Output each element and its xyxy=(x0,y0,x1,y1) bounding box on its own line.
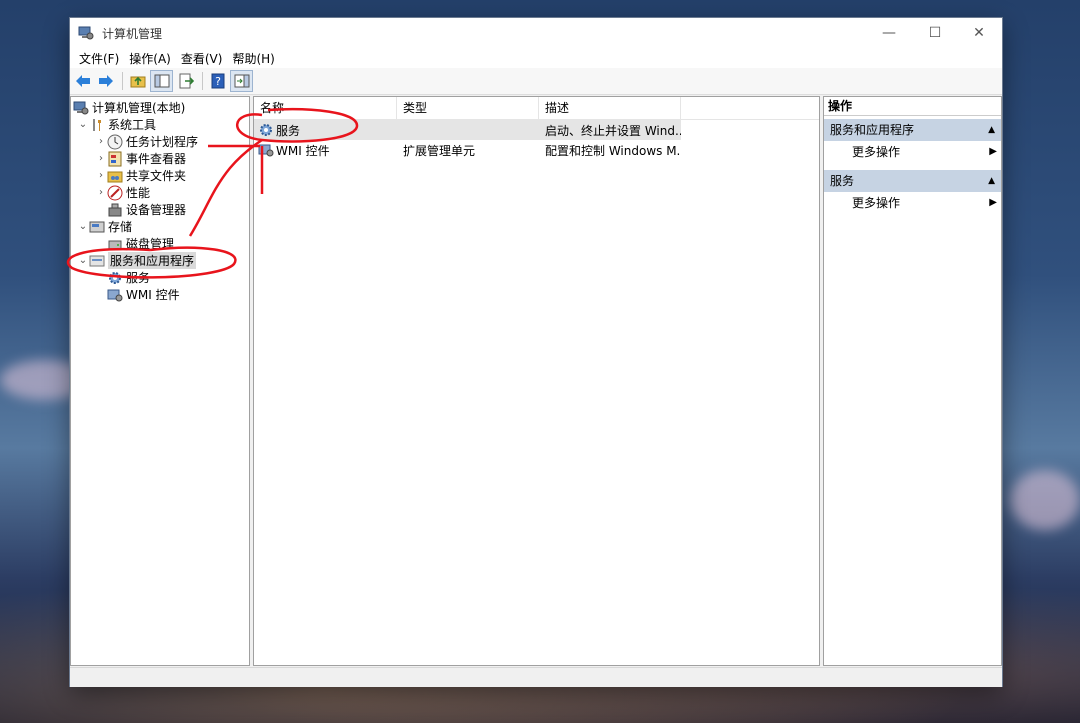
chevron-right-icon[interactable]: › xyxy=(95,136,107,147)
device-manager-icon xyxy=(107,202,123,218)
performance-icon xyxy=(107,185,123,201)
tree-node-task-scheduler[interactable]: › 任务计划程序 xyxy=(95,133,198,150)
action-more-actions[interactable]: 更多操作 ▶ xyxy=(824,192,1001,214)
menu-action[interactable]: 操作(A) xyxy=(124,50,176,67)
list-cell-description: 配置和控制 Windows M... xyxy=(545,143,681,158)
tree-label-system-tools: 系统工具 xyxy=(108,118,157,132)
computer-management-window: 计算机管理 — ☐ ✕ 文件(F) 操作(A) 查看(V) 帮助(H) ? 计算… xyxy=(70,18,1002,687)
status-bar xyxy=(70,667,1002,687)
tree-node-performance[interactable]: › 性能 xyxy=(95,184,150,201)
maximize-button[interactable]: ☐ xyxy=(912,18,958,48)
gear-icon xyxy=(107,270,123,286)
list-cell-description: 启动、终止并设置 Wind... xyxy=(545,123,681,138)
tree-node-storage[interactable]: ⌄ 存储 xyxy=(77,218,132,235)
tree-node-services-apps[interactable]: ⌄ 服务和应用程序 xyxy=(77,252,197,269)
close-button[interactable]: ✕ xyxy=(956,18,1002,48)
toolbar-separator xyxy=(202,72,203,90)
event-viewer-icon xyxy=(107,151,123,167)
submenu-arrow-icon: ▶ xyxy=(989,146,997,157)
tools-icon xyxy=(89,117,105,133)
title-bar[interactable]: 计算机管理 — ☐ ✕ xyxy=(70,18,1002,48)
computer-management-icon xyxy=(78,25,94,41)
collapse-triangle-icon[interactable]: ▲ xyxy=(988,119,995,141)
actions-header: 操作 xyxy=(824,97,1001,116)
services-apps-icon xyxy=(89,253,105,269)
tree-label-storage: 存储 xyxy=(108,220,133,234)
column-header-type[interactable]: 类型 xyxy=(397,97,539,119)
tree-label-shared-folders: 共享文件夹 xyxy=(126,169,187,183)
menu-view[interactable]: 查看(V) xyxy=(176,50,228,67)
actions-pane: 操作 服务和应用程序 ▲ 更多操作 ▶ 服务 ▲ 更多操作 ▶ xyxy=(823,96,1002,666)
tree-label-wmi: WMI 控件 xyxy=(126,288,180,302)
tree-label-event-viewer: 事件查看器 xyxy=(126,152,187,166)
tree-label-disk-management: 磁盘管理 xyxy=(126,237,175,251)
tree-node-root[interactable]: 计算机管理(本地) xyxy=(73,99,185,116)
tree-label-services-apps: 服务和应用程序 xyxy=(108,252,197,269)
tree-node-event-viewer[interactable]: › 事件查看器 xyxy=(95,150,186,167)
computer-management-icon xyxy=(73,100,89,116)
column-header-description[interactable]: 描述 xyxy=(539,97,681,119)
storage-icon xyxy=(89,219,105,235)
list-cell-name: WMI 控件 xyxy=(276,143,330,158)
show-hide-action-pane-icon[interactable] xyxy=(230,70,253,92)
actions-section-services-apps[interactable]: 服务和应用程序 ▲ xyxy=(824,119,1001,141)
clock-icon xyxy=(107,134,123,150)
list-view-pane: 名称 类型 描述 服务 启动、终止并设置 Wind... WMI 控件 扩展管理… xyxy=(253,96,820,666)
chevron-down-icon[interactable]: ⌄ xyxy=(77,221,89,232)
wallpaper-cloud xyxy=(1010,470,1080,530)
tree-node-disk-management[interactable]: 磁盘管理 xyxy=(107,235,174,252)
console-tree-pane: 计算机管理(本地) ⌄ 系统工具 › 任务计划程序 › 事件查看器 › 共享文件… xyxy=(70,96,250,666)
actions-section-title: 服务 xyxy=(830,174,855,188)
actions-section-services[interactable]: 服务 ▲ xyxy=(824,170,1001,192)
toolbar: ? xyxy=(70,68,1002,95)
tree-node-device-manager[interactable]: 设备管理器 xyxy=(107,201,186,218)
wmi-control-icon xyxy=(258,142,274,158)
action-more-actions[interactable]: 更多操作 ▶ xyxy=(824,141,1001,163)
window-title: 计算机管理 xyxy=(102,26,163,41)
tree-label-device-manager: 设备管理器 xyxy=(126,203,187,217)
list-row-wmi[interactable]: WMI 控件 扩展管理单元 配置和控制 Windows M... xyxy=(254,140,681,160)
chevron-right-icon[interactable]: › xyxy=(95,153,107,164)
minimize-button[interactable]: — xyxy=(866,18,912,48)
actions-section-title: 服务和应用程序 xyxy=(830,123,915,137)
tree-node-services[interactable]: 服务 xyxy=(107,269,150,286)
export-list-icon[interactable] xyxy=(175,71,196,91)
menu-help[interactable]: 帮助(H) xyxy=(227,50,279,67)
chevron-right-icon[interactable]: › xyxy=(95,187,107,198)
chevron-right-icon[interactable]: › xyxy=(95,170,107,181)
svg-text:?: ? xyxy=(215,75,221,88)
list-cell-name: 服务 xyxy=(276,123,301,138)
tree-label-root: 计算机管理(本地) xyxy=(92,101,186,115)
menu-file[interactable]: 文件(F) xyxy=(74,50,124,67)
tree-node-wmi[interactable]: WMI 控件 xyxy=(107,286,180,303)
list-cell-type: 扩展管理单元 xyxy=(403,143,476,158)
toolbar-separator xyxy=(122,72,123,90)
menu-bar: 文件(F) 操作(A) 查看(V) 帮助(H) xyxy=(70,48,1002,68)
list-row-services[interactable]: 服务 启动、终止并设置 Wind... xyxy=(254,120,681,140)
gear-icon xyxy=(258,122,274,138)
wmi-control-icon xyxy=(107,287,123,303)
action-label: 更多操作 xyxy=(852,196,901,210)
action-label: 更多操作 xyxy=(852,145,901,159)
disk-icon xyxy=(107,236,123,252)
tree-label-task-scheduler: 任务计划程序 xyxy=(126,135,199,149)
tree-label-performance: 性能 xyxy=(126,186,151,200)
tree-node-shared-folders[interactable]: › 共享文件夹 xyxy=(95,167,186,184)
help-icon[interactable]: ? xyxy=(207,71,228,91)
submenu-arrow-icon: ▶ xyxy=(989,197,997,208)
show-hide-tree-icon[interactable] xyxy=(150,70,173,92)
tree-node-system-tools[interactable]: ⌄ 系统工具 xyxy=(77,116,156,133)
shared-folder-icon xyxy=(107,168,123,184)
list-header: 名称 类型 描述 xyxy=(254,97,819,120)
up-folder-icon[interactable] xyxy=(127,71,148,91)
chevron-down-icon[interactable]: ⌄ xyxy=(77,255,89,266)
chevron-down-icon[interactable]: ⌄ xyxy=(77,119,89,130)
column-header-name[interactable]: 名称 xyxy=(254,97,397,119)
collapse-triangle-icon[interactable]: ▲ xyxy=(988,170,995,192)
forward-arrow-icon[interactable] xyxy=(95,71,116,91)
tree-label-services: 服务 xyxy=(126,271,151,285)
back-arrow-icon[interactable] xyxy=(72,71,93,91)
